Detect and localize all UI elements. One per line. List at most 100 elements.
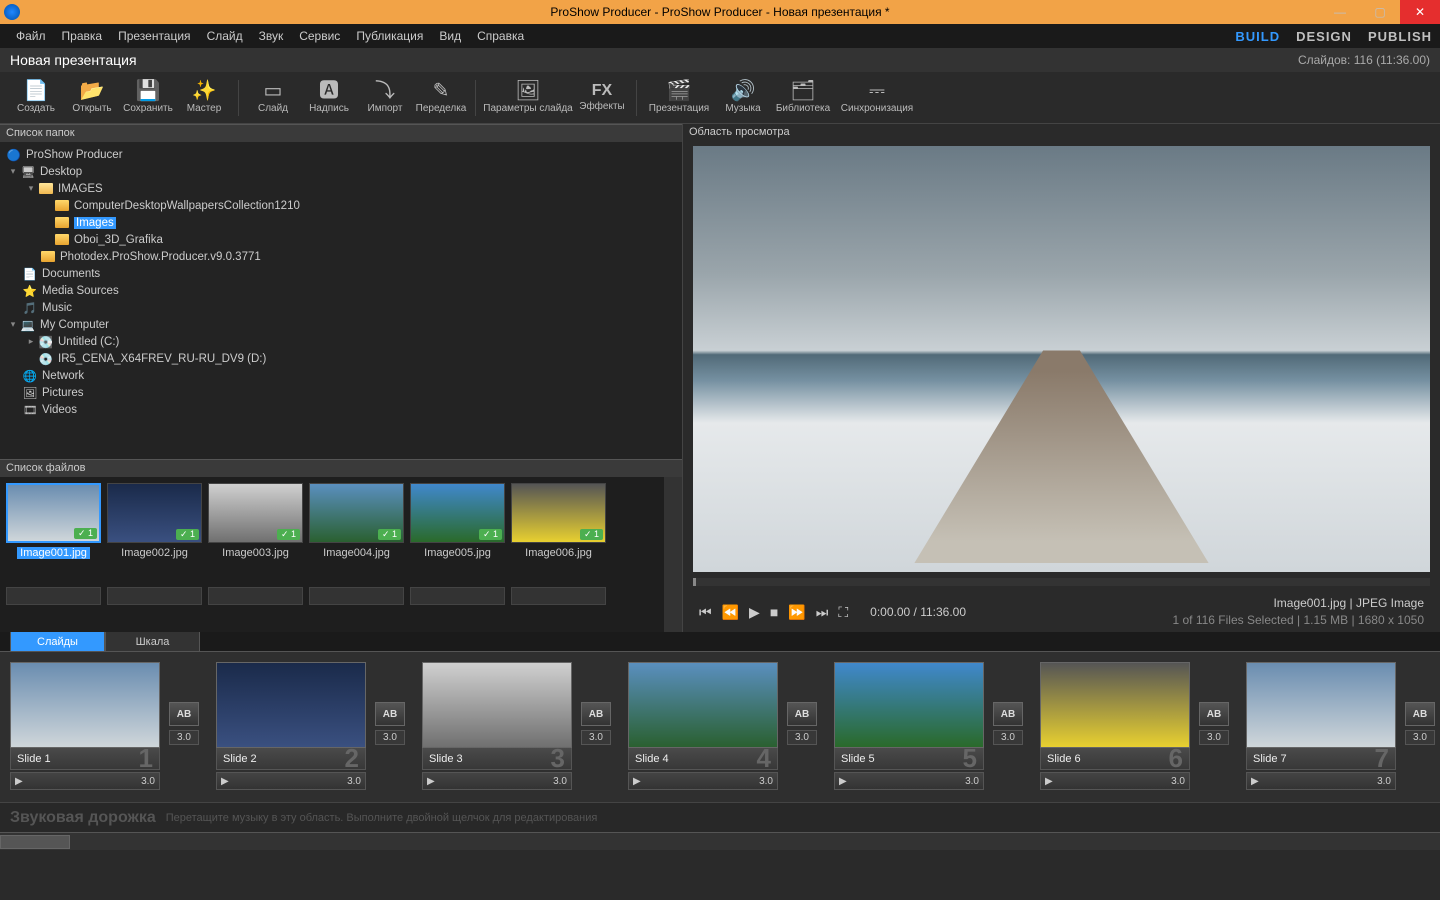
collapse-icon[interactable]: ▾ — [8, 319, 18, 330]
tree-music[interactable]: 🎵Music — [0, 299, 682, 316]
fullscreen-button[interactable]: ⛶ — [838, 604, 848, 621]
tree-images-sub[interactable]: Images — [0, 214, 682, 231]
maximize-button[interactable]: ▢ — [1360, 0, 1400, 24]
slide-card[interactable]: Slide 44▶3.0 — [628, 662, 778, 790]
minimize-button[interactable]: — — [1320, 0, 1360, 24]
transition-duration[interactable]: 3.0 — [375, 730, 405, 745]
slide-card[interactable]: Slide 11▶3.0 — [10, 662, 160, 790]
presentation-button[interactable]: 🎬Презентация — [643, 74, 715, 122]
transition-duration[interactable]: 3.0 — [993, 730, 1023, 745]
tree-collection[interactable]: ComputerDesktopWallpapersCollection1210 — [0, 197, 682, 214]
tree-desktop[interactable]: ▾🖥Desktop — [0, 163, 682, 180]
file-thumb[interactable] — [208, 587, 303, 627]
stop-button[interactable]: ■ — [770, 604, 778, 620]
transition-card[interactable]: AB3.0 — [166, 702, 202, 745]
tree-images[interactable]: ▾IMAGES — [0, 180, 682, 197]
tree-documents[interactable]: 📄Documents — [0, 265, 682, 282]
tree-oboi[interactable]: Oboi_3D_Grafika — [0, 231, 682, 248]
mode-build[interactable]: BUILD — [1235, 29, 1280, 44]
file-thumb[interactable]: ✓ 1Image001.jpg — [6, 483, 101, 581]
tree-pictures[interactable]: 🖼Pictures — [0, 384, 682, 401]
expand-icon[interactable]: ▸ — [26, 336, 36, 347]
collapse-icon[interactable]: ▾ — [8, 166, 18, 177]
library-button[interactable]: 🗂Библиотека — [771, 74, 835, 122]
last-button[interactable]: ⏭ — [816, 604, 829, 621]
tree-media-sources[interactable]: ⭐Media Sources — [0, 282, 682, 299]
slide-duration[interactable]: 3.0 — [1377, 776, 1391, 787]
play-icon[interactable]: ▶ — [633, 776, 641, 787]
slide-card[interactable]: Slide 77▶3.0 — [1246, 662, 1396, 790]
master-button[interactable]: ✨Мастер — [176, 74, 232, 122]
tab-scale[interactable]: Шкала — [105, 631, 200, 651]
menu-Публикация[interactable]: Публикация — [348, 25, 431, 47]
save-button[interactable]: 💾Сохранить — [120, 74, 176, 122]
scrub-bar[interactable] — [693, 578, 1430, 586]
slide-button[interactable]: ▭Слайд — [245, 74, 301, 122]
transition-duration[interactable]: 3.0 — [169, 730, 199, 745]
menu-Вид[interactable]: Вид — [431, 25, 469, 47]
slide-card[interactable]: Slide 22▶3.0 — [216, 662, 366, 790]
menu-Слайд[interactable]: Слайд — [199, 25, 251, 47]
tree-my-computer[interactable]: ▾💻My Computer — [0, 316, 682, 333]
menu-Презентация[interactable]: Презентация — [110, 25, 199, 47]
rewind-button[interactable]: ⏪ — [722, 604, 739, 621]
tab-slides[interactable]: Слайды — [10, 631, 105, 651]
music-button[interactable]: 🔊Музыка — [715, 74, 771, 122]
file-thumb[interactable]: ✓ 1Image004.jpg — [309, 483, 404, 581]
slide-duration[interactable]: 3.0 — [965, 776, 979, 787]
effects-button[interactable]: FXЭффекты — [574, 74, 630, 122]
play-icon[interactable]: ▶ — [221, 776, 229, 787]
file-thumb[interactable]: ✓ 1Image005.jpg — [410, 483, 505, 581]
menu-Справка[interactable]: Справка — [469, 25, 532, 47]
create-button[interactable]: 📄Создать — [8, 74, 64, 122]
tree-network[interactable]: 🌐Network — [0, 367, 682, 384]
transition-duration[interactable]: 3.0 — [581, 730, 611, 745]
menu-Сервис[interactable]: Сервис — [291, 25, 348, 47]
tree-drive-c[interactable]: ▸💽Untitled (C:) — [0, 333, 682, 350]
remix-button[interactable]: ✎Переделка — [413, 74, 469, 122]
menu-Звук[interactable]: Звук — [251, 25, 292, 47]
mode-publish[interactable]: PUBLISH — [1368, 29, 1432, 44]
menu-Файл[interactable]: Файл — [8, 25, 54, 47]
timeline[interactable]: Slide 11▶3.0AB3.0Slide 22▶3.0AB3.0Slide … — [0, 652, 1440, 802]
file-thumb[interactable] — [107, 587, 202, 627]
play-icon[interactable]: ▶ — [1251, 776, 1259, 787]
horizontal-scrollbar[interactable] — [0, 832, 1440, 850]
tree-drive-d[interactable]: 💿IR5_CENA_X64FREV_RU-RU_DV9 (D:) — [0, 350, 682, 367]
slide-duration[interactable]: 3.0 — [553, 776, 567, 787]
play-icon[interactable]: ▶ — [1045, 776, 1053, 787]
caption-button[interactable]: 🅰Надпись — [301, 74, 357, 122]
file-thumb[interactable]: ✓ 1Image002.jpg — [107, 483, 202, 581]
transition-card[interactable]: AB3.0 — [1196, 702, 1232, 745]
slide-card[interactable]: Slide 33▶3.0 — [422, 662, 572, 790]
slide-duration[interactable]: 3.0 — [759, 776, 773, 787]
slide-duration[interactable]: 3.0 — [141, 776, 155, 787]
transition-duration[interactable]: 3.0 — [1405, 730, 1435, 745]
transition-card[interactable]: AB3.0 — [1402, 702, 1438, 745]
open-button[interactable]: 📂Открыть — [64, 74, 120, 122]
slide-card[interactable]: Slide 66▶3.0 — [1040, 662, 1190, 790]
tree-root[interactable]: 🔵ProShow Producer — [0, 146, 682, 163]
file-thumb[interactable]: ✓ 1Image006.jpg — [511, 483, 606, 581]
first-button[interactable]: ⏮ — [699, 604, 712, 621]
sync-button[interactable]: ⎓Синхронизация — [835, 74, 919, 122]
slide-duration[interactable]: 3.0 — [1171, 776, 1185, 787]
file-thumb[interactable]: ✓ 1Image003.jpg — [208, 483, 303, 581]
transition-card[interactable]: AB3.0 — [578, 702, 614, 745]
audio-track[interactable]: Звуковая дорожка Перетащите музыку в эту… — [0, 802, 1440, 832]
slide-card[interactable]: Slide 55▶3.0 — [834, 662, 984, 790]
play-icon[interactable]: ▶ — [427, 776, 435, 787]
slide-params-button[interactable]: 🖼Параметры слайда — [482, 74, 574, 122]
transition-duration[interactable]: 3.0 — [787, 730, 817, 745]
menu-Правка[interactable]: Правка — [54, 25, 111, 47]
transition-card[interactable]: AB3.0 — [990, 702, 1026, 745]
play-button[interactable]: ▶ — [749, 604, 760, 621]
close-button[interactable]: ✕ — [1400, 0, 1440, 24]
file-thumb[interactable] — [309, 587, 404, 627]
file-scrollbar[interactable] — [664, 477, 682, 632]
file-list[interactable]: ✓ 1Image001.jpg✓ 1Image002.jpg✓ 1Image00… — [0, 477, 682, 632]
transition-card[interactable]: AB3.0 — [784, 702, 820, 745]
slide-duration[interactable]: 3.0 — [347, 776, 361, 787]
collapse-icon[interactable]: ▾ — [26, 183, 36, 194]
transition-card[interactable]: AB3.0 — [372, 702, 408, 745]
